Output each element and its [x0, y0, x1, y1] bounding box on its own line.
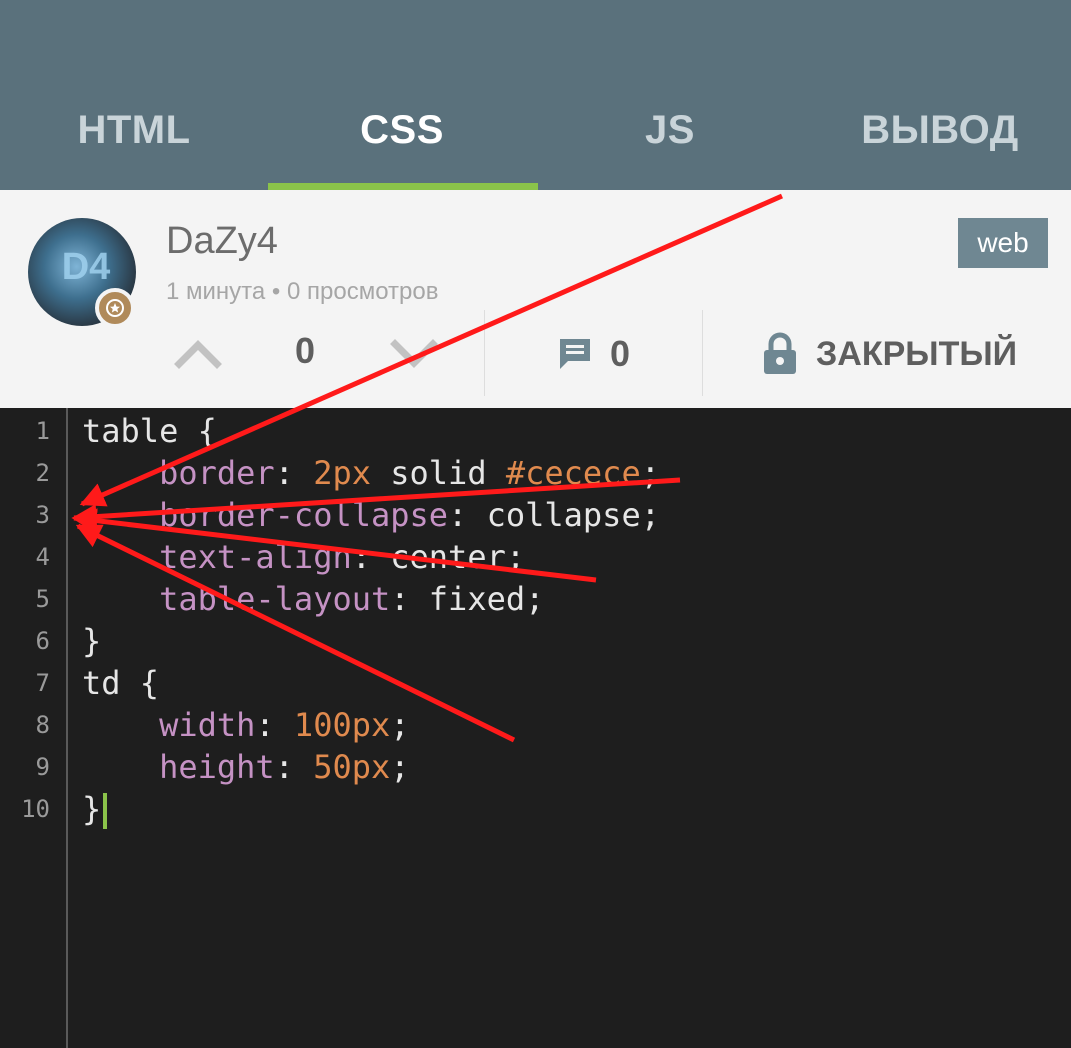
- code-number: 100px: [293, 706, 391, 744]
- closed-status: ЗАКРЫТЫЙ: [762, 326, 1017, 382]
- post-meta: 1 минута • 0 просмотров: [166, 278, 439, 305]
- code-number: 50px: [313, 748, 391, 786]
- code-line: }: [82, 788, 108, 830]
- code-line: table-layout: fixed;: [82, 578, 544, 620]
- line-number: 10: [21, 795, 50, 823]
- code-brace: }: [82, 790, 102, 828]
- code-property: border-collapse: [159, 496, 449, 534]
- post-actions: 0 0 ЗАКРЫТЫЙ: [0, 310, 1071, 408]
- tab-js[interactable]: JS: [536, 70, 804, 190]
- avatar-logo-text: D4: [61, 246, 111, 288]
- code-colon: :: [448, 496, 487, 534]
- code-selector: table: [82, 412, 179, 450]
- line-number: 8: [35, 711, 50, 739]
- code-property: height: [159, 748, 275, 786]
- code-line: }: [82, 620, 101, 662]
- line-number: 4: [35, 543, 50, 571]
- comment-icon: [560, 339, 590, 369]
- code-semicolon: ;: [525, 580, 545, 618]
- code-line: height: 50px;: [82, 746, 410, 788]
- code-line: text-align: center;: [82, 536, 525, 578]
- tab-output[interactable]: ВЫВОД: [806, 70, 1071, 190]
- code-colon: :: [351, 538, 391, 576]
- code-semicolon: ;: [390, 706, 410, 744]
- tag-badge[interactable]: web: [958, 218, 1048, 268]
- active-tab-indicator: [268, 183, 538, 190]
- downvote-button[interactable]: [384, 328, 444, 378]
- code-line: td {: [82, 662, 159, 704]
- upvote-button[interactable]: [168, 328, 228, 378]
- code-value: center: [390, 538, 506, 576]
- line-number: 1: [35, 417, 50, 445]
- divider: [702, 310, 703, 396]
- line-number: 7: [35, 669, 50, 697]
- code-brace: {: [120, 664, 160, 702]
- code-editor[interactable]: 1 2 3 4 5 6 7 8 9 10 table { border: 2px…: [0, 408, 1071, 1048]
- code-colon: :: [274, 748, 314, 786]
- code-value: fixed: [428, 580, 526, 618]
- line-gutter: 1 2 3 4 5 6 7 8 9 10: [0, 408, 68, 1048]
- code-hex-color: #cecece: [505, 454, 641, 492]
- tab-bar: HTML CSS JS ВЫВОД: [0, 70, 1071, 190]
- code-property: border: [159, 454, 275, 492]
- code-colon: :: [274, 454, 314, 492]
- app-bar: HTML CSS JS ВЫВОД: [0, 0, 1071, 190]
- chevron-up-icon: [174, 340, 222, 369]
- line-number: 5: [35, 585, 50, 613]
- code-semicolon: ;: [640, 496, 660, 534]
- vote-count: 0: [294, 330, 316, 371]
- code-brace: }: [82, 622, 102, 660]
- comments-button[interactable]: 0: [556, 326, 630, 382]
- closed-label: ЗАКРЫТЫЙ: [816, 334, 1018, 373]
- code-value: solid: [370, 454, 506, 492]
- line-number: 3: [35, 501, 50, 529]
- username[interactable]: DaZy4: [166, 220, 278, 263]
- code-semicolon: ;: [505, 538, 526, 576]
- lock-icon: [764, 332, 796, 374]
- post-header: D4 DaZy4 1 минута • 0 просмотров web 0 0…: [0, 190, 1071, 408]
- line-number: 6: [35, 627, 50, 655]
- line-number: 2: [35, 459, 50, 487]
- code-line: border-collapse: collapse;: [82, 494, 660, 536]
- code-line: table {: [82, 410, 217, 452]
- code-semicolon: ;: [390, 748, 410, 786]
- code-line: border: 2px solid #cecece;: [82, 452, 660, 494]
- code-property: width: [159, 706, 256, 744]
- text-cursor: [103, 793, 108, 829]
- tab-css[interactable]: CSS: [268, 70, 536, 190]
- code-semicolon: ;: [640, 454, 660, 492]
- line-number: 9: [35, 753, 50, 781]
- chevron-down-icon: [390, 339, 438, 368]
- code-line: width: 100px;: [82, 704, 410, 746]
- code-selector: td: [82, 664, 121, 702]
- code-number: 2px: [313, 454, 371, 492]
- comment-count: 0: [610, 333, 631, 374]
- code-value: collapse: [486, 496, 641, 534]
- code-property: table-layout: [159, 580, 391, 618]
- code-colon: :: [390, 580, 429, 618]
- code-property: text-align: [159, 538, 352, 576]
- code-brace: {: [178, 412, 217, 450]
- tab-html[interactable]: HTML: [0, 70, 268, 190]
- divider: [484, 310, 485, 396]
- code-colon: :: [255, 706, 294, 744]
